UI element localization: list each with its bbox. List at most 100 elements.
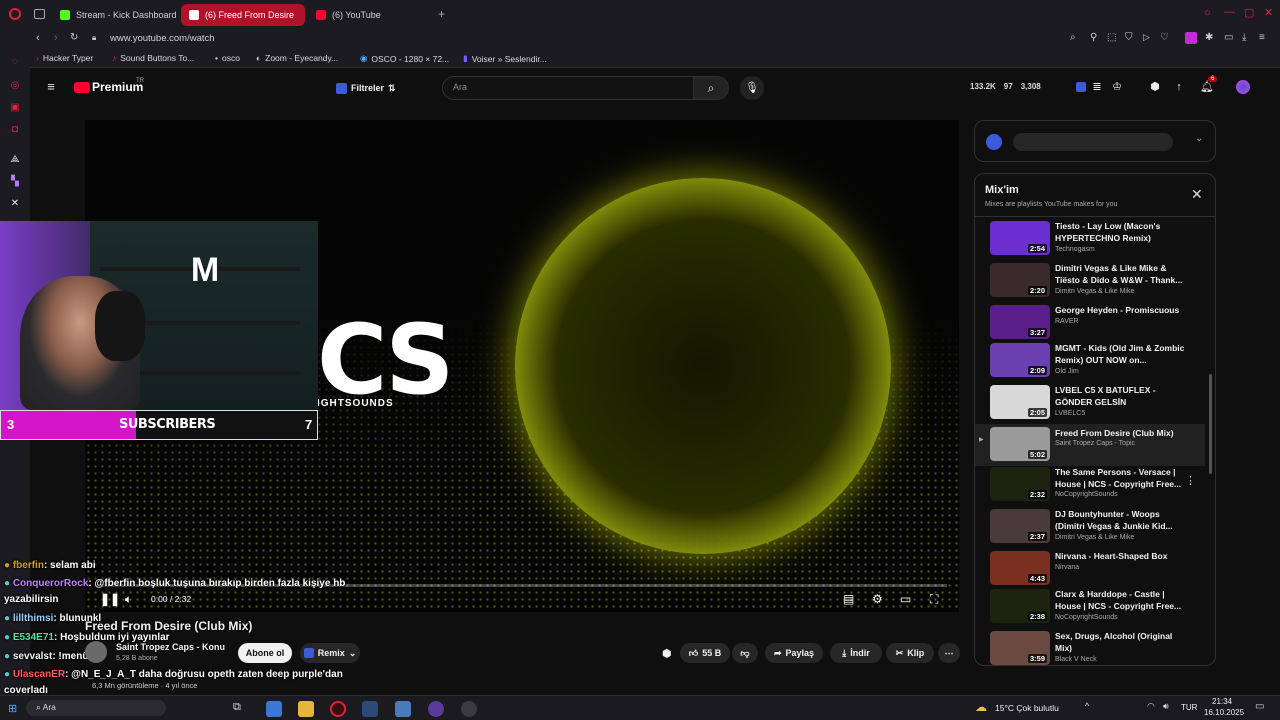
playlist-item[interactable]: 3:59 Sex, Drugs, Alcohol (Original Mix) Bl… [975, 630, 1205, 665]
screenshot-icon[interactable]: ⬚ [1107, 32, 1116, 43]
bookmark-osco-1280[interactable]: ◉ OSCO - 1280 × 72... [360, 53, 449, 64]
channel-name[interactable]: Saint Tropez Caps - Konu [116, 642, 225, 652]
avatar[interactable] [1236, 80, 1250, 94]
network-icon[interactable]: ◠ [1147, 701, 1155, 712]
subscribe-button[interactable]: Abone ol [238, 643, 292, 663]
opera-logo-icon[interactable] [9, 8, 21, 20]
sidebar-kick-icon[interactable]: ⟁ [9, 154, 21, 166]
playlist-item[interactable]: 2:05 LVBEL C5 X BATUFLEX - GÖNDER GELSİN L… [975, 384, 1205, 426]
steam-icon[interactable] [362, 701, 378, 717]
windows-start-icon[interactable]: ⊞ [8, 702, 17, 715]
opera-taskbar-icon[interactable] [330, 701, 346, 717]
list-icon[interactable]: ≣ [1090, 80, 1104, 94]
sidebar-instagram-icon[interactable]: ◘ [9, 124, 21, 136]
youtube-logo-icon[interactable] [74, 82, 90, 93]
dislike-button[interactable]: 👎︎ [732, 643, 758, 663]
hamburger-menu-icon[interactable]: ≡ [44, 80, 58, 94]
settings-gear-icon[interactable]: ⚙ [872, 592, 883, 606]
playlist-item[interactable]: 4:43 Nirvana - Heart-Shaped Box Nirvana [975, 550, 1205, 592]
iq-icon[interactable] [986, 134, 1002, 150]
tab-kick-dashboard[interactable]: Stream - Kick Dashboard [52, 4, 180, 26]
chevron-down-icon[interactable]: ⌄ [1195, 133, 1203, 144]
bookmark-sound-buttons[interactable]: ♪ Sound Buttons To... [112, 53, 194, 63]
volume-icon[interactable]: 🔈︎ [125, 592, 132, 607]
play-icon[interactable]: ▷ [1143, 32, 1150, 43]
more-actions-button[interactable]: ⋯ [938, 643, 960, 663]
url-input[interactable]: www.youtube.com/watch [110, 33, 215, 44]
maximize-icon[interactable]: ▢ [1244, 6, 1254, 19]
tray-chevron-icon[interactable]: ^ [1085, 701, 1089, 711]
clock-time[interactable]: 21:34 [1212, 697, 1232, 706]
share-extension-icon[interactable]: ⬢ [662, 647, 672, 660]
voice-search-icon[interactable]: 🎙︎ [740, 76, 764, 100]
trophy-icon[interactable]: ♔ [1110, 80, 1124, 94]
fullscreen-icon[interactable]: ⛶ [930, 592, 938, 607]
sidebar-chat-icon[interactable]: ▣ [9, 102, 21, 114]
close-icon[interactable]: ✕ [1191, 186, 1203, 203]
sidebar-twitch-icon[interactable]: ▚ [9, 176, 21, 188]
bookmark-voiser[interactable]: ▮ Voiser » Seslendir... [463, 53, 547, 64]
task-view-icon[interactable]: ⧉ [233, 701, 241, 714]
wallet-icon[interactable]: ▭ [1224, 32, 1233, 43]
channel-avatar[interactable] [85, 641, 107, 663]
new-tab-icon[interactable]: + [438, 7, 445, 21]
menu-icon[interactable]: ≡ [1259, 32, 1265, 43]
forward-icon[interactable]: › [54, 32, 58, 44]
extension-iq-icon[interactable] [1076, 82, 1086, 92]
minimize-icon[interactable]: — [1224, 6, 1235, 18]
create-icon[interactable]: ⬢ [1148, 80, 1162, 94]
bookmark-zoom[interactable]: ◐ Zoom - Eyecandy... [256, 53, 338, 63]
playlist-item[interactable]: 2:09 MGMT - Kids (Old Jim & Zombic Remix)… [975, 342, 1205, 384]
extension-icon[interactable] [1185, 32, 1197, 44]
obs-icon[interactable] [428, 701, 444, 717]
search-tabs-icon[interactable]: ○ [1204, 7, 1211, 19]
playlist-item[interactable]: 2:37 DJ Bountyhunter - Woops (Dimitri Veg… [975, 508, 1205, 550]
app-icon[interactable] [395, 701, 411, 717]
volume-tray-icon[interactable]: 🔊︎ [1163, 701, 1169, 712]
language-indicator[interactable]: TUR [1181, 703, 1197, 712]
playlist-item[interactable]: 2:32 The Same Persons - Versace | House |… [975, 466, 1205, 508]
more-options-icon[interactable]: ⋮ [1185, 474, 1196, 487]
puzzle-icon[interactable]: ✱ [1205, 32, 1213, 43]
subtitles-icon[interactable]: ▤ [843, 592, 854, 606]
file-explorer-icon[interactable] [298, 701, 314, 717]
workspaces-icon[interactable] [34, 9, 45, 19]
notification-center-icon[interactable]: ▭ [1255, 701, 1264, 712]
reload-icon[interactable]: ↻ [70, 32, 78, 43]
theater-mode-icon[interactable]: ▭ [900, 592, 911, 606]
back-icon[interactable]: ‹ [36, 32, 40, 44]
playlist-item[interactable]: 2:38 Clarx & Harddope - Castle | House | … [975, 588, 1205, 630]
filters-button[interactable]: Filtreler ⇅ [330, 78, 402, 98]
remix-button[interactable]: Remix ⌄ [300, 643, 360, 663]
shield-icon[interactable]: ⛉ [1125, 32, 1133, 43]
notifications-bell-icon[interactable]: 🔔︎ [1200, 80, 1214, 94]
tab-freed-from-desire[interactable]: (6) Freed From Desire [181, 4, 305, 26]
heart-icon[interactable]: ♡ [1160, 32, 1169, 43]
sidebar-music-icon[interactable]: ◌ [9, 56, 21, 68]
app-icon[interactable] [461, 701, 477, 717]
playlist-item[interactable]: 3:27 George Heyden - Promiscuous RAVER [975, 304, 1205, 346]
bookmark-hacker-typer[interactable]: › Hacker Typer [36, 53, 93, 63]
pin-icon[interactable]: ⚲ [1090, 32, 1097, 43]
playlist-item-current[interactable]: ▶ 5:02 Freed From Desire (Club Mix) Saint T… [975, 424, 1205, 466]
download-icon[interactable]: ⤓ [1242, 32, 1246, 43]
pause-button[interactable]: ❚❚ [100, 592, 120, 606]
playlist-scrollbar[interactable] [1209, 374, 1212, 474]
playlist-item[interactable]: 2:54 Tiesto - Lay Low (Macon's HYPERTECHN… [975, 220, 1205, 262]
like-button[interactable]: 👍︎ 55 B [680, 643, 730, 663]
close-icon[interactable]: ✕ [1264, 6, 1273, 19]
share-button[interactable]: ➦ Paylaş [765, 643, 823, 663]
zoom-icon[interactable]: ⌕ [1070, 32, 1076, 43]
clock-date[interactable]: 16.10.2025 [1204, 708, 1244, 717]
taskbar-search[interactable]: ⌕ Ara [26, 700, 166, 716]
weather-text[interactable]: 15°C Çok bulutlu [995, 703, 1059, 713]
playlist-item[interactable]: 2:20 Dimitri Vegas & Like Mike & Tiësto &… [975, 262, 1205, 304]
bookmark-osco[interactable]: • osco [215, 53, 240, 63]
search-input[interactable]: Ara [442, 76, 694, 100]
download-button[interactable]: ⤓ İndir [830, 643, 882, 663]
sidebar-x-icon[interactable]: ✕ [9, 198, 21, 210]
tab-youtube[interactable]: (6) YouTube [308, 4, 432, 26]
search-button[interactable]: ⌕ [693, 76, 729, 100]
app-icon[interactable] [266, 701, 282, 717]
sidebar-messenger-icon[interactable]: ◎ [9, 80, 21, 92]
